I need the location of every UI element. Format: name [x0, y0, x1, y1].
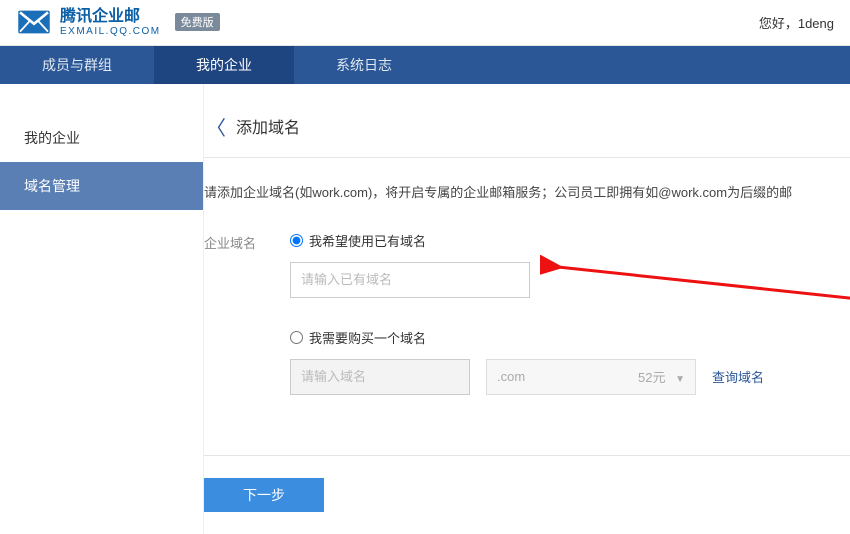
greeting: 您好，1deng: [759, 13, 834, 32]
page-title: 添加域名: [236, 114, 300, 138]
username: 1deng: [798, 16, 834, 31]
sidebar: 我的企业 域名管理: [0, 84, 204, 534]
radio-existing-input[interactable]: [290, 234, 303, 247]
free-badge: 免费版: [175, 13, 220, 31]
intro-text: 请添加企业域名(如work.com)，将开启专属的企业邮箱服务；公司员工即拥有如…: [204, 182, 850, 201]
radio-existing-domain[interactable]: 我希望使用已有域名: [290, 231, 850, 250]
tld-value: .com: [497, 369, 525, 384]
buy-domain-input[interactable]: [290, 359, 470, 395]
brand-name-cn: 腾讯企业邮: [60, 8, 161, 26]
radio-buy-domain[interactable]: 我需要购买一个域名: [290, 328, 850, 347]
radio-buy-input[interactable]: [290, 331, 303, 344]
sidebar-item-domain-mgmt[interactable]: 域名管理: [0, 162, 203, 210]
tld-select[interactable]: .com 52元 ▼: [486, 359, 696, 395]
nav-syslog[interactable]: 系统日志: [294, 46, 434, 84]
annotation-arrow-icon: [540, 255, 850, 315]
tld-price: 52元: [638, 370, 665, 385]
radio-buy-label: 我需要购买一个域名: [309, 328, 426, 347]
divider: [204, 455, 850, 456]
back-chevron-icon[interactable]: 〈: [206, 112, 226, 141]
nav-members[interactable]: 成员与群组: [0, 46, 154, 84]
sidebar-item-my-enterprise[interactable]: 我的企业: [0, 114, 203, 162]
nav-my-enterprise[interactable]: 我的企业: [154, 46, 294, 84]
existing-domain-input[interactable]: [290, 262, 530, 298]
top-nav: 成员与群组 我的企业 系统日志: [0, 46, 850, 84]
radio-existing-label: 我希望使用已有域名: [309, 231, 426, 250]
brand-logo: 腾讯企业邮 EXMAIL.QQ.COM 免费版: [16, 8, 220, 37]
field-label-domain: 企业域名: [204, 231, 290, 425]
brand-name-en: EXMAIL.QQ.COM: [60, 26, 161, 37]
chevron-down-icon: ▼: [675, 374, 685, 385]
mail-logo-icon: [16, 8, 52, 36]
query-domain-link[interactable]: 查询域名: [712, 367, 764, 386]
next-button[interactable]: 下一步: [204, 478, 324, 512]
